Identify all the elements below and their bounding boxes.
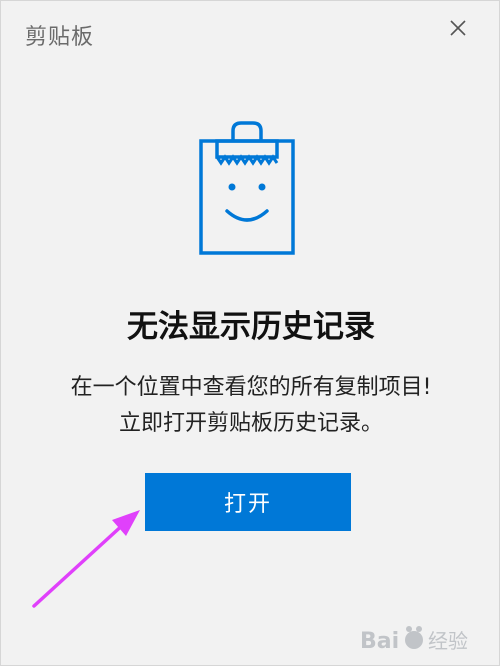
close-icon bbox=[450, 20, 466, 36]
svg-text:Bai: Bai bbox=[360, 629, 399, 654]
baidu-watermark-logo: Bai 经验 bbox=[360, 626, 468, 654]
clipboard-panel: 剪贴板 无法显示历史记录 在一个位置中查看您的所有复制项目! 立即打开剪贴板历史… bbox=[0, 0, 500, 666]
svg-text:经验: 经验 bbox=[428, 629, 468, 653]
panel-title: 剪贴板 bbox=[25, 25, 95, 50]
clipboard-smiley-icon bbox=[199, 121, 295, 255]
empty-state-description-line2: 立即打开剪贴板历史记录。 bbox=[118, 411, 383, 436]
open-button[interactable]: 打开 bbox=[145, 473, 351, 531]
empty-state-description-line1: 在一个位置中查看您的所有复制项目! bbox=[70, 375, 432, 400]
empty-state-heading: 无法显示历史记录 bbox=[127, 309, 375, 345]
close-button[interactable] bbox=[441, 11, 475, 45]
